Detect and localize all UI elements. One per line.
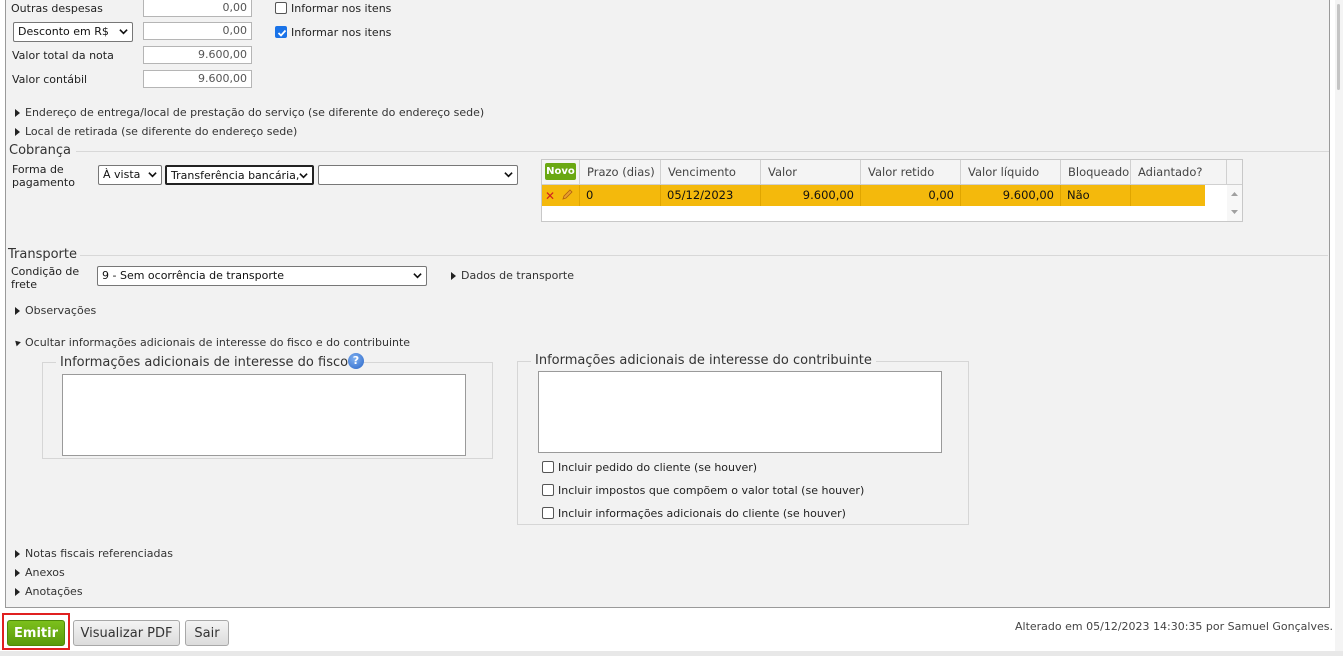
- chevron-down-icon: [299, 173, 308, 179]
- row-prazo[interactable]: 0: [580, 185, 661, 206]
- grid-header-valor[interactable]: Valor: [761, 160, 861, 185]
- row-adiantado[interactable]: [1131, 185, 1205, 206]
- incluir-impostos-label: Incluir impostos que compõem o valor tot…: [558, 484, 865, 497]
- row-valor[interactable]: 9.600,00: [761, 185, 861, 206]
- condicao-pagamento-value: À vista: [103, 168, 141, 181]
- condicao-frete-select[interactable]: 9 - Sem ocorrência de transporte: [97, 266, 427, 286]
- grid-header-bloqueado[interactable]: Bloqueado: [1061, 160, 1131, 185]
- section-divider: [76, 151, 1329, 152]
- endereco-entrega-link[interactable]: Endereço de entrega/local de prestação d…: [25, 106, 484, 119]
- fisco-textarea[interactable]: [62, 374, 466, 456]
- anexos-link[interactable]: Anexos: [25, 566, 65, 579]
- section-divider: [80, 255, 1328, 256]
- incluir-info-cliente-label: Incluir informações adicionais do client…: [558, 507, 846, 520]
- expand-arrow-icon: [15, 128, 20, 136]
- bottom-bar: [0, 651, 1343, 656]
- valor-total-field: 9.600,00: [143, 46, 252, 64]
- condicao-frete-label-1: Condição de: [11, 265, 80, 278]
- chevron-down-icon: [413, 273, 422, 279]
- help-icon[interactable]: ?: [348, 353, 364, 369]
- meio-pagamento-select[interactable]: Transferência bancária,: [165, 165, 314, 185]
- grid-header-vencimento[interactable]: Vencimento: [661, 160, 761, 185]
- ocultar-info-toggle[interactable]: Ocultar informações adicionais de intere…: [25, 336, 410, 349]
- outras-despesas-field[interactable]: 0,00: [143, 0, 252, 17]
- anotacoes-link[interactable]: Anotações: [25, 585, 83, 598]
- expand-arrow-icon: [15, 307, 20, 315]
- conta-select[interactable]: [318, 165, 518, 185]
- alterado-status: Alterado em 05/12/2023 14:30:35 por Samu…: [1015, 620, 1333, 633]
- informar-nos-itens-label-2: Informar nos itens: [291, 26, 392, 39]
- expand-arrow-icon: [451, 272, 456, 280]
- incluir-pedido-checkbox[interactable]: [542, 461, 554, 473]
- informar-nos-itens-checkbox-1[interactable]: [275, 2, 287, 14]
- contribuinte-textarea[interactable]: [538, 371, 942, 453]
- valor-total-label: Valor total da nota: [12, 49, 114, 62]
- page-scrollbar-thumb[interactable]: [1337, 4, 1340, 90]
- scroll-down-icon[interactable]: [1227, 206, 1242, 218]
- scroll-up-icon[interactable]: [1227, 188, 1242, 200]
- chevron-down-icon: [148, 172, 157, 178]
- grid-header-prazo[interactable]: Prazo (dias): [580, 160, 661, 185]
- grid-header-valor-liquido[interactable]: Valor líquido: [961, 160, 1061, 185]
- forma-pagamento-label-1: Forma de: [12, 163, 64, 176]
- grid-header-adiantado[interactable]: Adiantado?: [1131, 160, 1227, 185]
- condicao-frete-value: 9 - Sem ocorrência de transporte: [102, 269, 284, 282]
- notas-referenciadas-link[interactable]: Notas fiscais referenciadas: [25, 547, 173, 560]
- row-valor-liquido[interactable]: 9.600,00: [961, 185, 1061, 206]
- emitir-button[interactable]: Emitir: [7, 620, 65, 646]
- row-vencimento[interactable]: 05/12/2023: [661, 185, 761, 206]
- delete-icon[interactable]: ✕: [545, 189, 555, 203]
- incluir-info-cliente-checkbox[interactable]: [542, 507, 554, 519]
- transporte-section-title: Transporte: [8, 247, 77, 262]
- table-row-actions: ✕: [542, 185, 580, 206]
- expand-arrow-icon: [15, 588, 20, 596]
- observacoes-link[interactable]: Observações: [25, 304, 96, 317]
- grid-header-valor-retido[interactable]: Valor retido: [861, 160, 961, 185]
- grid-header-spacer: [1227, 160, 1242, 185]
- incluir-impostos-checkbox[interactable]: [542, 484, 554, 496]
- parcelas-grid: Novo Prazo (dias) Vencimento Valor Valor…: [541, 159, 1243, 222]
- check-icon: [277, 29, 287, 37]
- chevron-down-icon: [504, 172, 513, 178]
- dados-transporte-link[interactable]: Dados de transporte: [461, 269, 574, 282]
- desconto-type-value: Desconto em R$: [18, 25, 109, 38]
- expand-arrow-icon: [15, 109, 20, 117]
- cobranca-section-title: Cobrança: [9, 143, 71, 158]
- condicao-pagamento-select[interactable]: À vista: [98, 165, 162, 185]
- visualizar-pdf-button[interactable]: Visualizar PDF: [73, 620, 180, 646]
- chevron-down-icon: [119, 29, 128, 35]
- condicao-frete-label-2: frete: [11, 278, 38, 291]
- fisco-title: Informações adicionais de interesse do f…: [60, 355, 349, 370]
- contribuinte-title: Informações adicionais de interesse do c…: [535, 353, 872, 368]
- desconto-type-select[interactable]: Desconto em R$: [13, 22, 133, 42]
- local-retirada-link[interactable]: Local de retirada (se diferente do ender…: [25, 125, 297, 138]
- edit-pencil-icon[interactable]: [561, 188, 574, 201]
- valor-contabil-label: Valor contábil: [12, 73, 88, 86]
- sair-button[interactable]: Sair: [185, 620, 229, 646]
- row-valor-retido[interactable]: 0,00: [861, 185, 961, 206]
- informar-nos-itens-checkbox-2[interactable]: [275, 26, 287, 38]
- fisco-legend: Informações adicionais de interesse do f…: [56, 355, 353, 370]
- forma-pagamento-label-2: pagamento: [12, 176, 75, 189]
- meio-pagamento-value: Transferência bancária,: [171, 169, 300, 182]
- novo-button[interactable]: Novo: [545, 163, 576, 180]
- desconto-field[interactable]: 0,00: [143, 22, 252, 40]
- expand-arrow-icon: [15, 569, 20, 577]
- valor-contabil-field: 9.600,00: [143, 70, 252, 88]
- outras-despesas-label: Outras despesas: [11, 2, 103, 15]
- grid-scrollbar[interactable]: [1227, 185, 1242, 221]
- informar-nos-itens-label-1: Informar nos itens: [291, 2, 392, 15]
- expand-arrow-icon: [15, 550, 20, 558]
- contribuinte-legend: Informações adicionais de interesse do c…: [531, 353, 876, 368]
- incluir-pedido-label: Incluir pedido do cliente (se houver): [558, 461, 758, 474]
- grid-novo-header: Novo: [542, 160, 580, 185]
- page-scrollbar[interactable]: [1335, 0, 1343, 656]
- row-bloqueado[interactable]: Não: [1061, 185, 1131, 206]
